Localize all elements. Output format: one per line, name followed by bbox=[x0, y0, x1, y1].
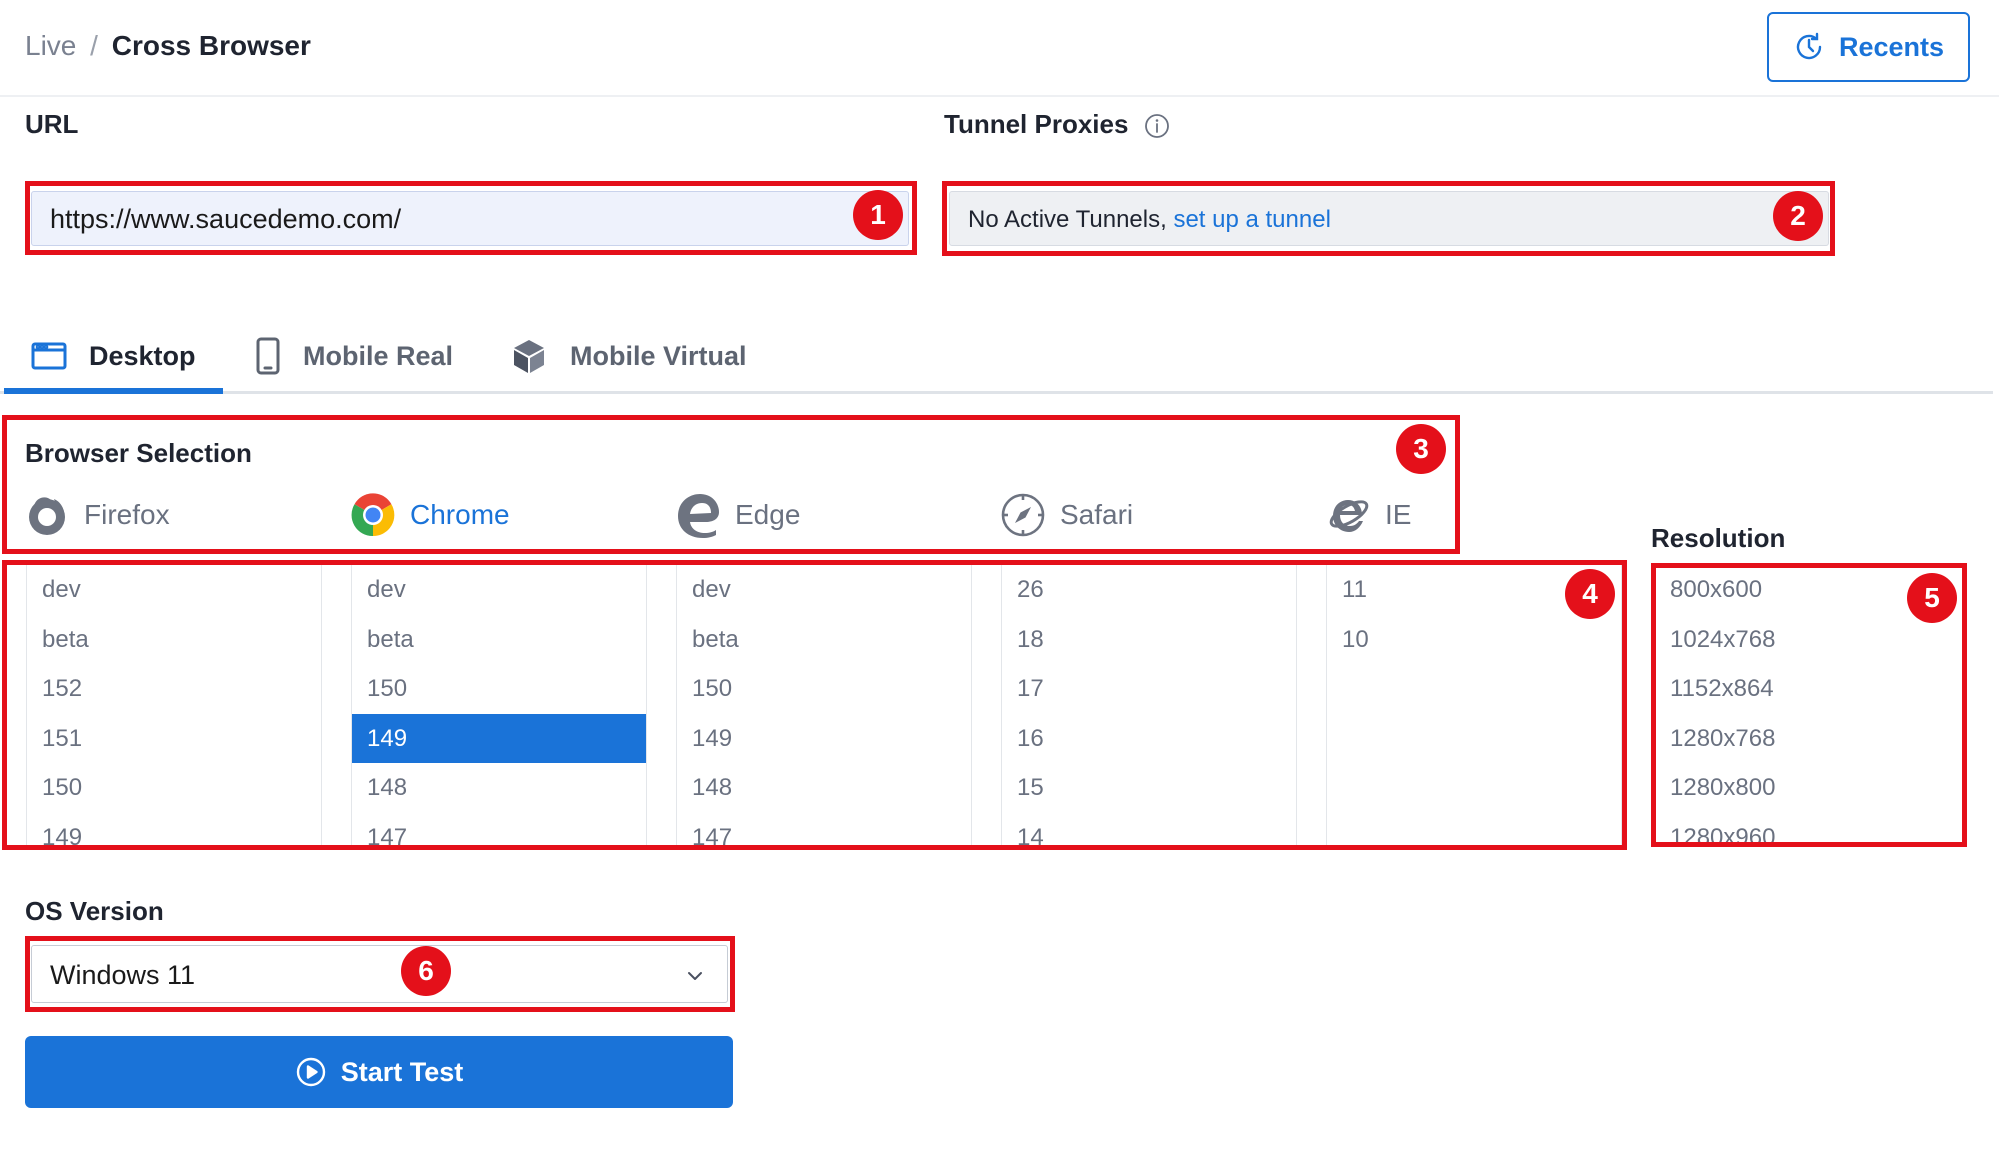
tab-mobile-real[interactable]: Mobile Real bbox=[255, 318, 453, 394]
info-icon[interactable] bbox=[1144, 113, 1170, 139]
start-test-button[interactable]: Start Test bbox=[25, 1036, 733, 1108]
browser-ie-label: IE bbox=[1385, 499, 1412, 530]
resolution-label: Resolution bbox=[1651, 523, 1786, 553]
recents-button[interactable]: Recents bbox=[1767, 12, 1970, 82]
browser-chrome[interactable]: Chrome bbox=[350, 490, 510, 540]
resolution-option[interactable]: 1024x768 bbox=[1655, 615, 1955, 665]
version-item[interactable]: 150 bbox=[352, 664, 646, 714]
version-item[interactable]: dev bbox=[677, 565, 971, 615]
browser-ie[interactable]: IE bbox=[1325, 490, 1411, 540]
version-item[interactable]: 150 bbox=[677, 664, 971, 714]
breadcrumb-separator: / bbox=[90, 30, 98, 61]
version-item[interactable]: 16 bbox=[1002, 714, 1296, 764]
url-label: URL bbox=[25, 109, 79, 139]
version-item[interactable]: 147 bbox=[352, 813, 646, 849]
mobile-phone-icon bbox=[256, 337, 280, 375]
version-item[interactable]: 15 bbox=[1002, 763, 1296, 813]
breadcrumb-live-link[interactable]: Live bbox=[25, 30, 76, 61]
safari-version-list[interactable]: 26 18 17 16 15 14 bbox=[1001, 565, 1297, 848]
version-item[interactable]: 148 bbox=[352, 763, 646, 813]
cube-icon bbox=[514, 340, 544, 373]
tunnel-status-text: No Active Tunnels, bbox=[968, 206, 1174, 233]
browser-safari[interactable]: Safari bbox=[1000, 490, 1133, 540]
browser-selection-label: Browser Selection bbox=[25, 438, 252, 468]
os-version-select[interactable]: Windows 11 bbox=[31, 945, 728, 1003]
version-item[interactable]: 147 bbox=[677, 813, 971, 849]
annotation-badge-3: 3 bbox=[1396, 424, 1446, 474]
resolution-option[interactable]: 1280x800 bbox=[1655, 763, 1955, 813]
recents-label: Recents bbox=[1838, 31, 1945, 62]
active-tab-indicator bbox=[4, 388, 223, 394]
browser-chrome-label: Chrome bbox=[410, 499, 510, 530]
tab-mobile-virtual[interactable]: Mobile Virtual bbox=[510, 318, 747, 394]
play-circle-icon bbox=[296, 1057, 325, 1087]
clock-history-icon bbox=[1796, 32, 1822, 60]
chrome-version-list[interactable]: dev beta 150 149 148 147 bbox=[351, 565, 647, 848]
version-item[interactable]: beta bbox=[677, 615, 971, 665]
version-item-selected[interactable]: 149 bbox=[352, 713, 646, 763]
firefox-version-list[interactable]: dev beta 152 151 150 149 bbox=[26, 565, 322, 848]
version-item[interactable]: dev bbox=[27, 565, 321, 615]
desktop-window-icon bbox=[31, 342, 67, 370]
setup-tunnel-link[interactable]: set up a tunnel bbox=[1173, 206, 1330, 233]
version-item[interactable]: 26 bbox=[1002, 565, 1296, 615]
start-test-label: Start Test bbox=[340, 1056, 464, 1087]
tab-mobile-virtual-label: Mobile Virtual bbox=[570, 340, 747, 371]
browser-safari-label: Safari bbox=[1060, 499, 1134, 530]
tab-desktop-label: Desktop bbox=[89, 340, 196, 371]
url-input[interactable]: https://www.saucedemo.com/ bbox=[31, 191, 909, 246]
annotation-badge-5: 5 bbox=[1907, 573, 1957, 623]
ie-icon bbox=[1329, 500, 1369, 532]
browser-firefox[interactable]: Firefox bbox=[24, 490, 170, 540]
annotation-badge-1: 1 bbox=[853, 190, 903, 240]
edge-icon bbox=[678, 494, 719, 538]
browser-edge[interactable]: Edge bbox=[675, 490, 800, 540]
version-item[interactable]: 148 bbox=[677, 763, 971, 813]
annotation-badge-6: 6 bbox=[401, 946, 451, 996]
os-version-label: OS Version bbox=[25, 896, 164, 926]
version-item[interactable]: dev bbox=[352, 565, 646, 615]
safari-compass-icon bbox=[1001, 493, 1045, 537]
browser-firefox-label: Firefox bbox=[84, 499, 170, 530]
firefox-icon bbox=[29, 497, 65, 535]
tunnel-proxies-label-text: Tunnel Proxies bbox=[944, 109, 1129, 139]
resolution-option[interactable]: 1152x864 bbox=[1655, 664, 1955, 714]
version-item[interactable]: beta bbox=[352, 615, 646, 665]
resolution-option[interactable]: 1280x768 bbox=[1655, 714, 1955, 764]
version-item[interactable]: 149 bbox=[677, 714, 971, 764]
tab-mobile-real-label: Mobile Real bbox=[303, 340, 454, 371]
tunnel-proxies-label: Tunnel Proxies bbox=[944, 109, 1170, 140]
version-item[interactable]: beta bbox=[27, 615, 321, 665]
version-item[interactable]: 149 bbox=[27, 813, 321, 849]
breadcrumb-current: Cross Browser bbox=[111, 30, 311, 61]
version-item[interactable]: 10 bbox=[1327, 615, 1621, 665]
chrome-icon bbox=[351, 493, 395, 537]
resolution-option[interactable]: 1280x960 bbox=[1655, 813, 1955, 849]
chevron-down-icon bbox=[688, 972, 702, 980]
version-item[interactable]: 14 bbox=[1002, 813, 1296, 849]
version-item[interactable]: 151 bbox=[27, 714, 321, 764]
annotation-badge-2: 2 bbox=[1773, 191, 1823, 241]
os-version-value: Windows 11 bbox=[50, 960, 196, 990]
edge-version-list[interactable]: dev beta 150 149 148 147 bbox=[676, 565, 972, 848]
tunnel-proxies-field: No Active Tunnels, set up a tunnel bbox=[949, 191, 1829, 246]
annotation-badge-4: 4 bbox=[1565, 569, 1615, 619]
version-item[interactable]: 152 bbox=[27, 664, 321, 714]
device-tabs: Desktop Mobile Real Mobile Virtual bbox=[0, 318, 1993, 394]
version-item[interactable]: 18 bbox=[1002, 615, 1296, 665]
browser-edge-label: Edge bbox=[735, 499, 801, 530]
tab-desktop[interactable]: Desktop bbox=[31, 318, 196, 394]
breadcrumb: Live / Cross Browser bbox=[25, 30, 311, 62]
version-item[interactable]: 17 bbox=[1002, 664, 1296, 714]
top-bar: Live / Cross Browser Recents bbox=[0, 0, 1999, 97]
version-item[interactable]: 150 bbox=[27, 763, 321, 813]
